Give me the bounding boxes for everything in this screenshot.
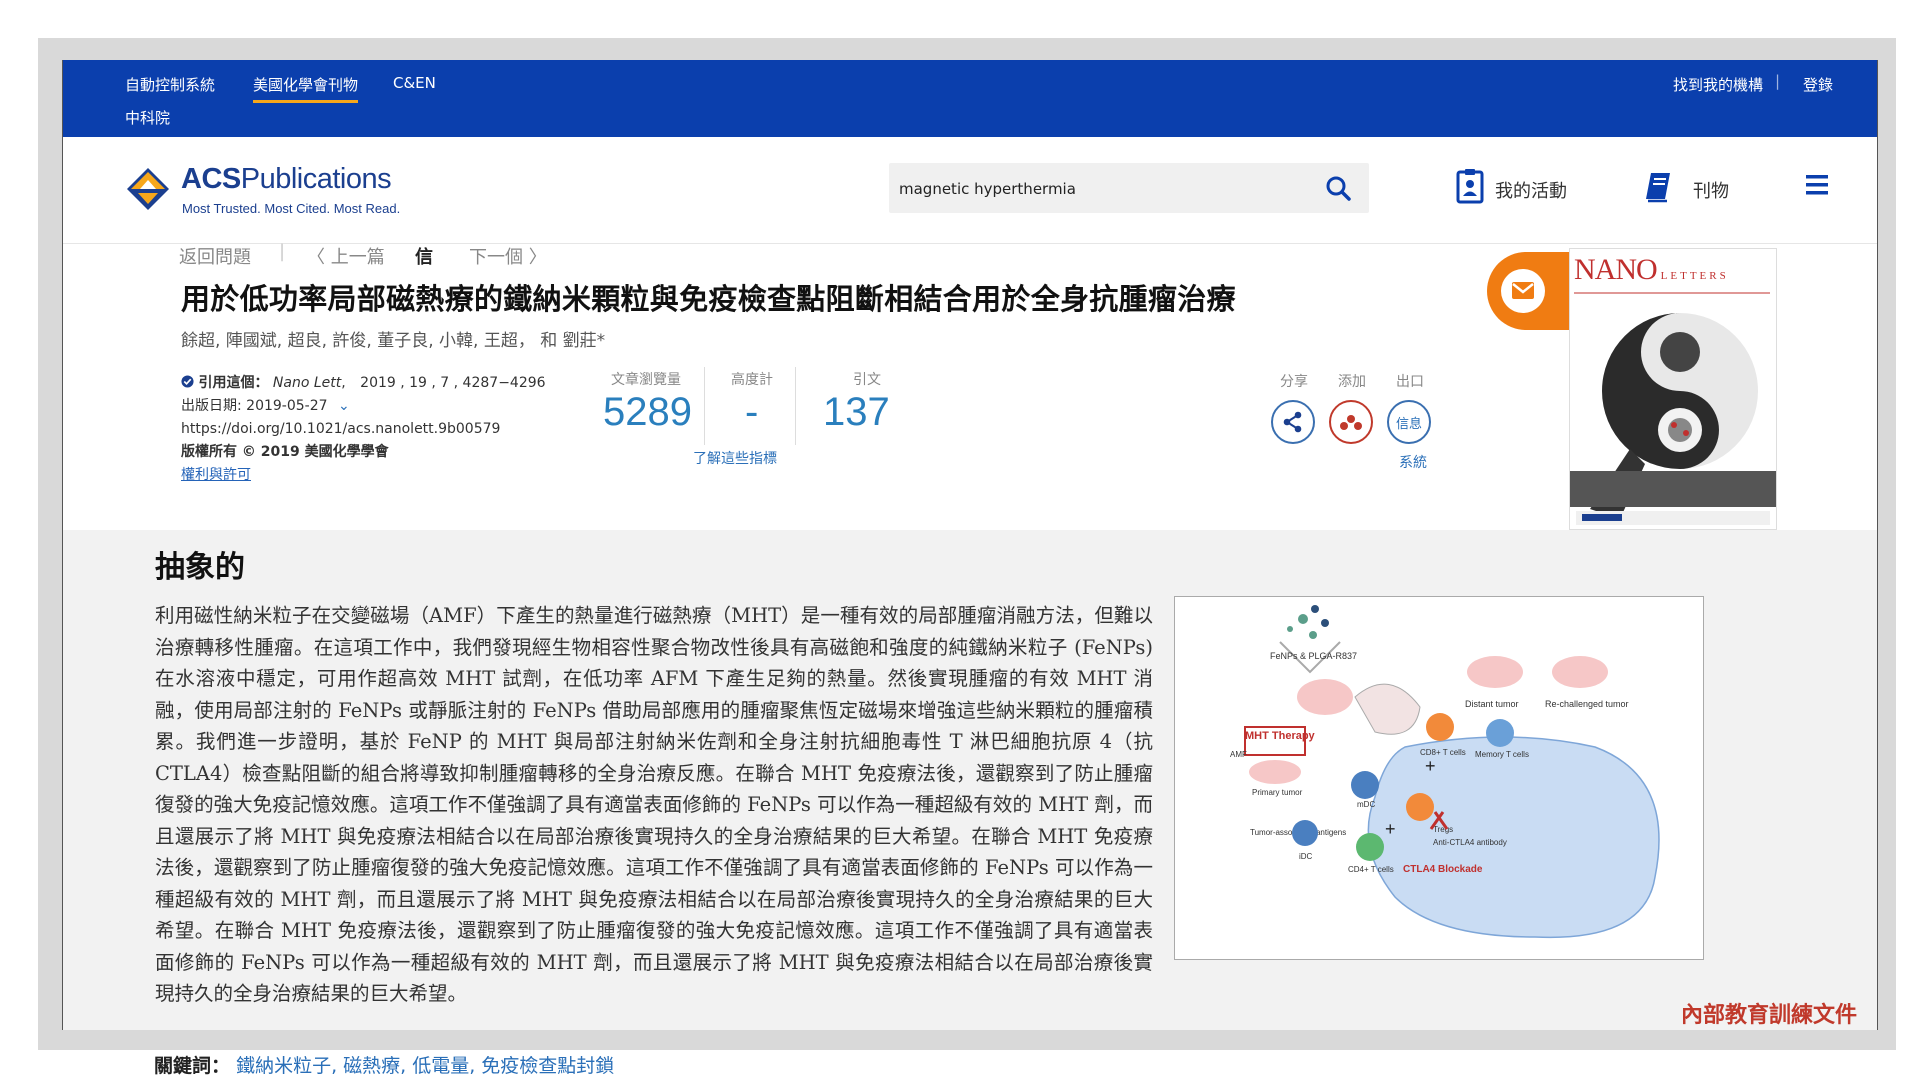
logo-title[interactable]: ACSPublications (181, 163, 392, 196)
citation-block: 引用這個： Nano Lett, 2019 , 19 , 7 , 4287−42… (181, 372, 546, 487)
share-button[interactable] (1271, 400, 1315, 444)
article-type-label: 信 (415, 247, 433, 268)
site-header: ACSPublications Most Trusted. Most Cited… (63, 137, 1877, 244)
toc-graphic-figure[interactable]: FeNPs & PLGA-R837 Distant tumor Re-chall… (1174, 596, 1704, 960)
my-activity-link[interactable]: 我的活動 (1495, 177, 1567, 203)
acs-logo-icon[interactable] (125, 166, 171, 212)
share-label: 分享 (1280, 374, 1308, 390)
toc-label: Distant tumor (1465, 699, 1519, 709)
journal-cover[interactable]: NANO LETTERS (1569, 248, 1777, 530)
logo-tagline: Most Trusted. Most Cited. Most Read. (182, 201, 401, 216)
toc-graphic-image: FeNPs & PLGA-R837 Distant tumor Re-chall… (1230, 605, 1660, 939)
toc-label: MHT Therapy (1245, 730, 1316, 742)
svg-text:+: + (1385, 819, 1396, 839)
search-box (889, 163, 1369, 213)
toc-label: Re-challenged tumor (1545, 699, 1629, 709)
keywords-label: 關鍵詞： (154, 1055, 231, 1077)
views-count: 5289 (603, 390, 692, 434)
toc-label: mDC (1357, 800, 1375, 809)
citation-line: 引用這個： Nano Lett, 2019 , 19 , 7 , 4287−42… (181, 372, 546, 395)
nav-link-control-systems[interactable]: 自動控制系統 (125, 74, 215, 95)
hamburger-menu-icon[interactable] (1804, 173, 1830, 197)
search-input[interactable] (897, 175, 1301, 203)
email-alert-tab[interactable] (1487, 252, 1569, 330)
export-label: 出口 (1396, 374, 1424, 390)
author-list[interactable]: 餘超, 陣國斌, 超良, 許俊, 董子良, 小韓, 王超， 和 劉莊* (181, 326, 605, 351)
cite-details: 2019 , 19 , 7 , 4287−4296 (360, 375, 546, 391)
toc-label: Anti-CTLA4 antibody (1433, 838, 1507, 847)
login-link[interactable]: 登錄 (1803, 74, 1833, 95)
search-icon[interactable] (1325, 175, 1351, 201)
altmetric-score: - (745, 390, 759, 434)
toc-label: CTLA4 Blockade (1403, 864, 1483, 875)
mendeley-icon (1340, 415, 1362, 430)
toc-label: Tregs (1433, 825, 1453, 834)
keywords-line: 關鍵詞： 鐵納米粒子, 磁熱療, 低電量, 免疫檢查點封鎖 (154, 1051, 614, 1078)
system-label[interactable]: 系統 (1399, 452, 1427, 472)
toc-label: CD4+ T cells (1348, 865, 1394, 874)
publication-date-line: 出版日期: 2019-05-27 ⌄ (181, 395, 546, 418)
mail-icon-wrap (1501, 269, 1545, 313)
clipboard-icon[interactable] (1455, 167, 1485, 205)
nav-link-acs-journals[interactable]: 美國化學會刊物 (253, 74, 359, 103)
find-institution-link[interactable]: 找到我的機構 (1673, 74, 1763, 95)
book-icon[interactable] (1643, 167, 1673, 205)
check-circle-icon (181, 375, 194, 388)
copyright-text: 版權所有 © 2019 美國化學學會 (181, 444, 389, 460)
nav-link-cen[interactable]: C&EN (393, 74, 436, 92)
views-label: 文章瀏覽量 (611, 372, 681, 388)
citations-count: 137 (823, 390, 890, 434)
info-label: 信息 (1395, 417, 1422, 432)
top-nav-bar: 自動控制系統 美國化學會刊物 C&EN 中科院 找到我的機構 | 登錄 (63, 60, 1877, 137)
previous-article-link[interactable]: 〈 上一篇 (307, 243, 385, 269)
add-label: 添加 (1338, 374, 1366, 390)
abstract-text: 利用磁性納米粒子在交變磁場（AMF）下產生的熱量進行磁熱療（MHT）是一種有效的… (155, 604, 1153, 1005)
keywords-list[interactable]: 鐵納米粒子, 磁熱療, 低電量, 免疫檢查點封鎖 (236, 1055, 614, 1077)
toc-label: AMF (1230, 750, 1247, 759)
metric-divider (795, 367, 796, 445)
add-to-library-button[interactable] (1329, 400, 1373, 444)
topbar-separator: | (1775, 72, 1781, 90)
institution-label: 中科院 (125, 109, 171, 127)
toc-label: Memory T cells (1475, 750, 1529, 759)
toc-label: FeNPs & PLGA-R837 (1270, 651, 1357, 661)
rights-permissions-link[interactable]: 權利與許可 (181, 464, 546, 487)
cover-artwork-image (1570, 292, 1776, 525)
svg-text:+: + (1425, 756, 1436, 776)
toc-label: Primary tumor (1252, 788, 1303, 797)
journal-name: Nano Lett (272, 375, 342, 391)
metric-divider (704, 367, 705, 445)
publications-link[interactable]: 刊物 (1693, 177, 1729, 203)
abstract-heading: 抽象的 (155, 550, 245, 585)
next-article-link[interactable]: 下一個 〉 (469, 243, 547, 269)
internal-training-watermark: 內部教育訓練文件 (1681, 1002, 1858, 1028)
export-citation-button[interactable]: 信息 (1387, 400, 1431, 444)
breadcrumb-divider: | (279, 241, 286, 262)
mail-icon (1512, 282, 1534, 299)
publication-date: 出版日期: 2019-05-27 (181, 398, 328, 414)
chevron-down-icon[interactable]: ⌄ (338, 398, 350, 414)
doi-link[interactable]: https://doi.org/10.1021/acs.nanolett.9b0… (181, 418, 546, 441)
article-title: 用於低功率局部磁熱療的鐵納米顆粒與免疫檢查點阻斷相結合用於全身抗腫瘤治療 (181, 282, 1236, 316)
back-to-issue-link[interactable]: 返回問題 (179, 243, 251, 269)
altmetric-label: 高度計 (731, 372, 773, 388)
citations-label: 引文 (853, 372, 881, 388)
share-icon (1283, 411, 1302, 433)
cite-label[interactable]: 引用這個： (198, 375, 268, 391)
toc-label: iDC (1299, 852, 1313, 861)
article-page: 自動控制系統 美國化學會刊物 C&EN 中科院 找到我的機構 | 登錄 ACSP… (62, 60, 1878, 1030)
learn-metrics-link[interactable]: 了解這些指標 (693, 448, 777, 468)
